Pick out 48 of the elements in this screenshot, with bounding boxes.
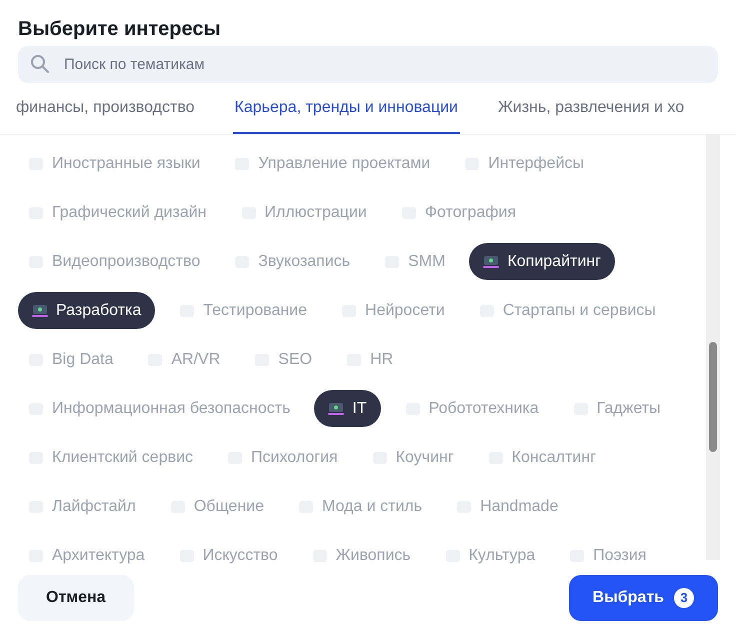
category-tab[interactable]: финансы, производство [14,96,197,134]
interest-chip[interactable]: Архитектура [18,537,155,574]
interest-chip[interactable]: HR [336,341,404,378]
interest-chip[interactable]: Клиентский сервис [18,439,204,476]
interest-chip[interactable]: Видеопроизводство [18,243,210,280]
interest-chip[interactable]: Интерфейсы [454,145,594,182]
interest-chip[interactable]: Разработка [18,292,156,329]
topic-icon [32,304,48,318]
interest-chip[interactable]: SMM [374,243,456,280]
topic-icon [483,254,500,268]
confirm-button[interactable]: Выбрать 3 [568,575,718,621]
interest-chip[interactable]: IT [314,390,381,427]
scrollbar-thumb[interactable] [709,342,717,452]
interest-chip[interactable]: Робототехника [394,390,549,427]
interest-chip[interactable]: Звукозапись [224,243,360,280]
interest-chip[interactable]: Коучинг [362,439,464,476]
interest-chip[interactable]: Поэзия [559,537,656,574]
interest-chip[interactable]: Иностранные языки [18,145,210,182]
topic-icon [328,402,344,416]
interest-chip[interactable]: Нейросети [331,292,455,329]
count-badge: 3 [674,588,694,608]
interest-chip[interactable]: Психология [217,439,348,476]
interest-chip[interactable]: Копирайтинг [469,243,615,280]
interest-chip[interactable]: Мода и стиль [288,488,432,525]
interest-chip[interactable]: Тестирование [169,292,318,329]
interest-chip[interactable]: Графический дизайн [18,194,216,231]
interest-chip[interactable]: Управление проектами [224,145,440,182]
interest-chip[interactable]: Информационная безопасность [18,390,300,427]
interest-chip[interactable]: Стартапы и сервисы [468,292,666,329]
interest-chip[interactable]: Живопись [302,537,421,574]
interest-chip[interactable]: AR/VR [137,341,230,378]
interest-chip[interactable]: Фотография [390,194,526,231]
interest-chip[interactable]: Общение [160,488,274,525]
search-icon [30,54,50,74]
interest-chip[interactable]: Big Data [18,341,124,378]
search-field[interactable]: Поиск по тематикам [18,46,718,83]
dialog-title: Выберите интересы [17,17,222,42]
interest-chip[interactable]: Лайфстайл [18,488,146,525]
interest-chip[interactable]: Handmade [446,488,568,525]
interest-chip[interactable]: SEO [244,341,322,378]
interest-chip[interactable]: Консалтинг [478,439,606,476]
interest-chip[interactable]: Культура [434,537,546,574]
category-tab[interactable]: Карьера, тренды и инновации [232,96,460,134]
interest-chip[interactable]: Гаджеты [562,390,671,427]
interest-chip[interactable]: Искусство [168,537,288,574]
interest-chip[interactable]: Иллюстрации [230,194,377,231]
category-tab[interactable]: Жизнь, развлечения и хо [496,96,686,134]
cancel-button[interactable]: Отмена [18,575,134,621]
